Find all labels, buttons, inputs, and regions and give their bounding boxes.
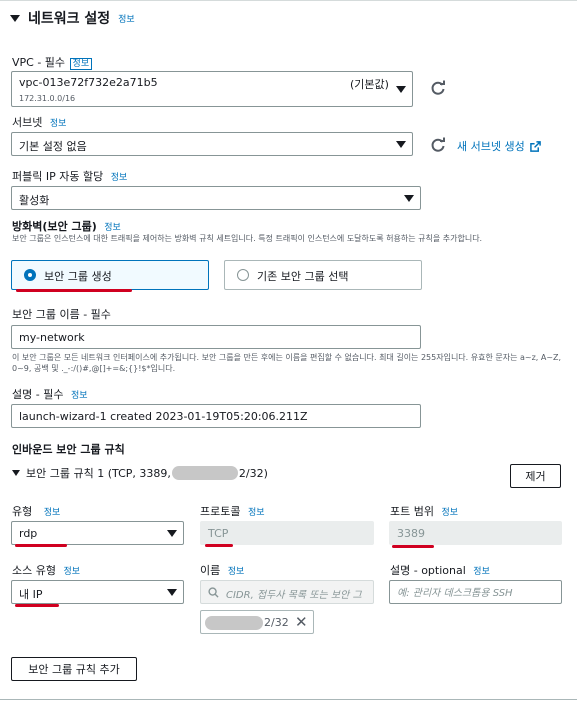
rule-type-value: rdp <box>19 527 38 540</box>
top-divider <box>0 0 577 1</box>
source-type-label: 소스 유형 <box>12 564 56 577</box>
subnet-label: 서브넷 <box>12 116 43 129</box>
public-ip-info-link[interactable]: 정보 <box>111 173 128 183</box>
section-header[interactable]: 네트워크 설정 정보 <box>10 8 135 28</box>
subnet-label-row: 서브넷 정보 <box>12 114 66 130</box>
remove-rule-button[interactable]: 제거 <box>510 464 561 488</box>
sg-name-hint: 이 보안 그룹은 모든 네트워크 인터페이스에 추가됩니다. 보안 그룹을 만든… <box>12 353 562 373</box>
radio-selected-icon <box>24 269 36 281</box>
chevron-down-icon <box>396 86 406 93</box>
subnet-info-link[interactable]: 정보 <box>50 119 67 129</box>
firewall-label-row: 방화벽(보안 그룹) 정보 <box>12 218 121 234</box>
info-link[interactable]: 정보 <box>118 12 135 25</box>
annotation-underline <box>16 289 132 292</box>
protocol-label: 프로토콜 <box>200 505 241 518</box>
sg-description-label-row: 설명 - 필수 정보 <box>12 386 88 402</box>
rule-header[interactable]: 보안 그룹 규칙 1 (TCP, 3389, 2/32) <box>12 465 268 481</box>
port-label: 포트 범위 <box>390 505 434 518</box>
source-type-value: 내 IP <box>19 588 43 601</box>
vpc-info-link[interactable]: 정보 <box>69 58 93 70</box>
bottom-divider <box>0 699 577 700</box>
firewall-info-link[interactable]: 정보 <box>104 223 121 233</box>
public-ip-select[interactable]: 활성화 <box>11 186 421 210</box>
rule-description-label: 설명 - optional <box>390 564 466 577</box>
radio-existing-security-group[interactable]: 기존 보안 그룹 선택 <box>224 260 422 290</box>
redacted-ip <box>171 466 238 480</box>
chevron-down-icon <box>404 195 414 202</box>
create-subnet-label: 새 서브넷 생성 <box>457 140 525 153</box>
public-ip-label: 퍼블릭 IP 자동 할당 <box>12 170 104 183</box>
subnet-select[interactable]: 기본 설정 없음 <box>11 132 413 156</box>
cidr-token-suffix: 2/32 <box>264 616 289 629</box>
vpc-cidr: 172.31.0.0/16 <box>19 94 76 103</box>
vpc-select[interactable]: vpc-013e72f732e2a71b5 172.31.0.0/16 (기본값… <box>11 71 413 107</box>
rule-title-suffix: 2/32) <box>238 466 268 480</box>
redacted-ip <box>205 616 263 630</box>
section-title: 네트워크 설정 <box>28 11 111 27</box>
annotation-underline <box>205 544 233 547</box>
radio-unselected-icon <box>237 269 249 281</box>
protocol-input: TCP <box>200 521 374 545</box>
name-info-link[interactable]: 정보 <box>228 567 245 577</box>
public-ip-label-row: 퍼블릭 IP 자동 할당 정보 <box>12 168 127 184</box>
cidr-search-placeholder: CIDR, 접두사 목록 또는 보안 그 <box>226 590 362 601</box>
name-label: 이름 <box>200 564 221 577</box>
public-ip-value: 활성화 <box>19 194 50 207</box>
cidr-search-input[interactable]: CIDR, 접두사 목록 또는 보안 그 <box>200 580 374 604</box>
add-rule-button[interactable]: 보안 그룹 규칙 추가 <box>11 657 137 681</box>
vpc-value: vpc-013e72f732e2a71b5 <box>19 76 158 89</box>
source-type-info-link[interactable]: 정보 <box>63 567 80 577</box>
vpc-label: VPC - 필수 <box>12 56 66 69</box>
sg-description-input[interactable]: launch-wizard-1 created 2023-01-19T05:20… <box>11 404 421 428</box>
source-type-select[interactable]: 내 IP <box>11 580 184 604</box>
create-subnet-link[interactable]: 새 서브넷 생성 <box>457 138 541 154</box>
type-label-row: 유형 정보 <box>12 503 60 519</box>
rule-description-info-link[interactable]: 정보 <box>473 567 490 577</box>
rule-description-placeholder: 예: 관리자 데스크톱용 SSH <box>397 588 513 599</box>
port-info-link[interactable]: 정보 <box>441 508 458 518</box>
port-label-row: 포트 범위 정보 <box>390 503 458 519</box>
rule-description-label-row: 설명 - optional 정보 <box>390 562 490 578</box>
annotation-underline <box>15 544 67 547</box>
chevron-down-icon <box>167 589 177 596</box>
sg-name-input[interactable]: my-network <box>11 325 421 349</box>
port-input: 3389 <box>389 521 562 545</box>
cidr-token: 2/32 ✕ <box>200 610 314 634</box>
subnet-value: 기본 설정 없음 <box>19 140 87 153</box>
chevron-down-icon <box>167 530 177 537</box>
chevron-down-icon <box>396 141 406 148</box>
radio-create-label: 보안 그룹 생성 <box>44 270 112 283</box>
protocol-label-row: 프로토콜 정보 <box>200 503 265 519</box>
sg-description-label: 설명 - 필수 <box>12 388 64 401</box>
sg-name-label: 보안 그룹 이름 - 필수 <box>12 308 111 321</box>
search-icon <box>208 587 219 598</box>
caret-down-icon <box>12 470 20 476</box>
refresh-icon[interactable] <box>430 80 446 96</box>
refresh-icon[interactable] <box>430 137 446 153</box>
firewall-description: 보안 그룹은 인스턴스에 대한 트래픽을 제어하는 방화벽 규칙 세트입니다. … <box>12 234 483 243</box>
vpc-default-tag: (기본값) <box>350 78 389 91</box>
firewall-label: 방화벽(보안 그룹) <box>12 220 97 233</box>
sg-description-info-link[interactable]: 정보 <box>71 391 88 401</box>
name-label-row: 이름 정보 <box>200 562 244 578</box>
caret-down-icon <box>10 14 20 22</box>
external-link-icon <box>529 140 541 152</box>
inbound-rules-title: 인바운드 보안 그룹 규칙 <box>12 443 125 456</box>
annotation-underline <box>15 604 59 607</box>
annotation-underline <box>392 545 434 548</box>
radio-create-security-group[interactable]: 보안 그룹 생성 <box>11 260 209 290</box>
rule-description-input[interactable]: 예: 관리자 데스크톱용 SSH <box>389 580 562 604</box>
type-label: 유형 <box>12 505 33 518</box>
rule-title-prefix: 보안 그룹 규칙 1 (TCP, 3389, <box>26 467 171 480</box>
protocol-info-link[interactable]: 정보 <box>248 508 265 518</box>
close-icon[interactable]: ✕ <box>295 613 308 631</box>
rule-type-select[interactable]: rdp <box>11 521 184 545</box>
type-info-link[interactable]: 정보 <box>44 508 61 518</box>
radio-existing-label: 기존 보안 그룹 선택 <box>257 270 349 283</box>
source-type-label-row: 소스 유형 정보 <box>12 562 80 578</box>
vpc-label-row: VPC - 필수 정보 <box>12 54 93 70</box>
